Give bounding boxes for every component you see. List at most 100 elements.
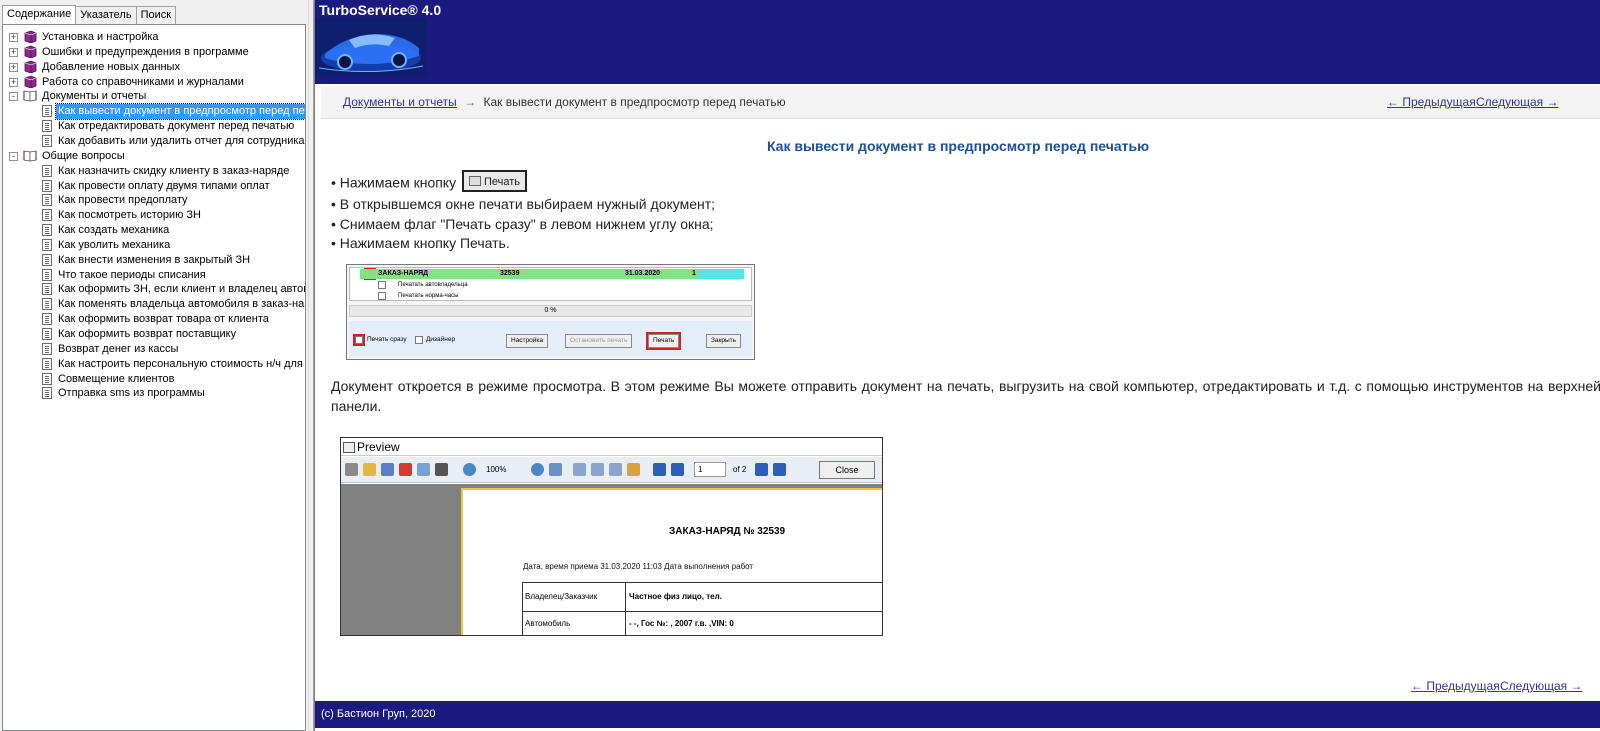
tree-book[interactable]: - Документы и отчеты bbox=[3, 89, 303, 104]
page-icon bbox=[42, 313, 52, 326]
page-icon bbox=[42, 179, 52, 192]
tree-topic[interactable]: Как создать механика bbox=[3, 223, 303, 238]
tree-topic[interactable]: Что такое периоды списания bbox=[3, 268, 303, 283]
tree-book[interactable]: - Общие вопросы bbox=[3, 149, 303, 164]
print-progress: 0 % bbox=[349, 305, 752, 317]
save-icon bbox=[381, 463, 394, 476]
sub-option-2: Печатать норма-часы bbox=[398, 293, 459, 299]
page-icon bbox=[42, 268, 52, 281]
print-dialog-bottom: Печать сразу Дизайнер Настройка Останови… bbox=[349, 321, 752, 357]
preview-title: Preview bbox=[341, 438, 882, 456]
top-next-link-wrap: Следующая → bbox=[1476, 95, 1558, 109]
page-icon bbox=[42, 238, 52, 251]
tree-item-label: Как настроить персональную стоимость н/ч… bbox=[58, 357, 306, 370]
tree-item-label: Как отредактировать документ перед печат… bbox=[58, 120, 295, 133]
tree-topic[interactable]: Отправка sms из программы bbox=[3, 386, 303, 401]
tree-topic[interactable]: Возврат денег из кассы bbox=[3, 342, 303, 357]
navigation-pane: Содержание Указатель Поиск + Установка и … bbox=[0, 0, 308, 731]
page-icon bbox=[42, 120, 52, 133]
page-icon bbox=[42, 387, 52, 400]
tree-book[interactable]: + Установка и настройка bbox=[3, 30, 303, 45]
tree-topic[interactable]: Как посмотреть историю ЗН bbox=[3, 208, 303, 223]
tree-topic[interactable]: Как настроить персональную стоимость н/ч… bbox=[3, 357, 306, 372]
tree-item-label: Совмещение клиентов bbox=[58, 372, 175, 385]
expand-icon[interactable]: + bbox=[9, 47, 18, 57]
fit-page-icon bbox=[549, 463, 562, 476]
tree-topic[interactable]: Совмещение клиентов bbox=[3, 372, 303, 387]
next-link[interactable]: Следующая → bbox=[1476, 95, 1558, 109]
header-banner: TurboService® 4.0 bbox=[315, 0, 1600, 84]
tree-item-label: Как поменять владельца автомобиля в зака… bbox=[58, 298, 306, 311]
doc-row: ЗАКАЗ-НАРЯД 32539 31.03.2020 1 bbox=[360, 269, 744, 279]
page-setup-icon bbox=[609, 463, 622, 476]
expand-icon[interactable]: + bbox=[9, 62, 18, 72]
designer-label: Дизайнер bbox=[426, 336, 456, 343]
zoom-in-icon bbox=[463, 463, 476, 476]
breadcrumb: Документы и отчеты → Как вывести докумен… bbox=[343, 95, 786, 109]
tree-item-label: Отправка sms из программы bbox=[58, 387, 205, 400]
tree-topic[interactable]: Как назначить скидку клиенту в заказ-нар… bbox=[3, 164, 303, 179]
settings-button: Настройка bbox=[506, 334, 548, 348]
help-window: Содержание Указатель Поиск + Установка и … bbox=[0, 0, 1600, 731]
print-dialog-screenshot: ЗАКАЗ-НАРЯД 32539 31.03.2020 1 Печатать … bbox=[346, 264, 755, 360]
doc-row-name: ЗАКАЗ-НАРЯД bbox=[378, 270, 429, 277]
nav-tabs: Содержание Указатель Поиск bbox=[2, 5, 177, 24]
bottom-prev-link[interactable]: ← Предыдущая bbox=[1411, 679, 1500, 693]
expand-icon[interactable]: + bbox=[9, 77, 18, 87]
page-icon bbox=[42, 105, 52, 118]
tab-index[interactable]: Указатель bbox=[75, 6, 137, 24]
tree-item-label: Как оформить возврат товара от клиента bbox=[58, 313, 269, 326]
print-now-label: Печать сразу bbox=[367, 336, 407, 343]
bottom-prev-wrap: ← Предыдущая bbox=[1411, 677, 1500, 695]
tree-book[interactable]: + Работа со справочниками и журналами bbox=[3, 75, 303, 90]
bottom-next-link[interactable]: Следующая → bbox=[1500, 679, 1582, 693]
doc-row-count: 1 bbox=[692, 270, 696, 277]
tree-topic[interactable]: Как вывести документ в предпросмотр пере… bbox=[3, 103, 305, 121]
tree-topic[interactable]: Как внести изменения в закрытый ЗН bbox=[3, 253, 303, 268]
doc-row1-label: Владелец/Заказчик bbox=[525, 592, 598, 601]
topic-title: Как вывести документ в предпросмотр пере… bbox=[766, 138, 1150, 154]
tree-book[interactable]: + Ошибки и предупреждения в программе bbox=[3, 45, 303, 60]
tree-topic[interactable]: Как провести оплату двумя типами оплат bbox=[3, 179, 303, 194]
tree-item-label: Как вывести документ в предпросмотр пере… bbox=[55, 103, 305, 121]
last-page-icon bbox=[773, 463, 786, 476]
designer-checkbox bbox=[415, 336, 423, 344]
tree-topic[interactable]: Как оформить ЗН, если клиент и владелец … bbox=[3, 282, 305, 297]
print-icon bbox=[345, 463, 358, 476]
prev-page-icon bbox=[671, 463, 684, 476]
bottom-next-wrap: Следующая → bbox=[1500, 677, 1582, 695]
tree-topic[interactable]: Как отредактировать документ перед печат… bbox=[3, 119, 303, 134]
zoom-out-icon bbox=[531, 463, 544, 476]
tree-item-label: Как уволить механика bbox=[58, 238, 171, 251]
instruction-4: • Нажимаем кнопку Печать. bbox=[331, 235, 510, 251]
prev-link[interactable]: ← Предыдущая bbox=[1387, 95, 1476, 109]
copyright: (c) Бастион Груп, 2020 bbox=[321, 708, 436, 720]
tree-topic[interactable]: Как провести предоплату bbox=[3, 193, 303, 208]
book-icon bbox=[24, 30, 37, 43]
preview-window-screenshot: Preview 100% 1 of 2 Close ЗАКАЗ-НАРЯД № … bbox=[340, 437, 883, 636]
app-title: TurboService® 4.0 bbox=[319, 2, 442, 18]
tab-search[interactable]: Поиск bbox=[135, 6, 177, 24]
breadcrumb-parent-link[interactable]: Документы и отчеты bbox=[343, 95, 457, 109]
collapse-icon[interactable]: - bbox=[9, 151, 18, 161]
dialog-close-button: Закрыть bbox=[706, 334, 742, 348]
tab-contents[interactable]: Содержание bbox=[2, 5, 77, 24]
instruction-1: • Нажимаем кнопку Печать bbox=[331, 170, 715, 195]
book-icon bbox=[24, 75, 37, 88]
tree-item-label: Работа со справочниками и журналами bbox=[42, 75, 244, 88]
book-icon bbox=[24, 45, 37, 58]
tree-topic[interactable]: Как уволить механика bbox=[3, 238, 303, 253]
collapse-icon[interactable]: - bbox=[9, 92, 18, 102]
tree-topic[interactable]: Как поменять владельца автомобиля в зака… bbox=[3, 297, 306, 312]
topic-navbar: Документы и отчеты → Как вывести докумен… bbox=[321, 87, 1600, 119]
top-prev-link-wrap: ← Предыдущая bbox=[1387, 95, 1476, 109]
expand-icon[interactable]: + bbox=[9, 33, 18, 42]
tree-topic[interactable]: Как оформить возврат товара от клиента bbox=[3, 312, 303, 327]
stop-print-button: Остановить печать bbox=[565, 334, 633, 348]
footer-bar: (c) Бастион Груп, 2020 bbox=[315, 701, 1600, 728]
open-icon bbox=[363, 463, 376, 476]
tree-book[interactable]: + Добавление новых данных bbox=[3, 60, 303, 75]
tree-topic[interactable]: Как оформить возврат поставщику bbox=[3, 327, 303, 342]
doc-date-line: Дата, время приема 31.03.2020 11:03 Дата… bbox=[523, 562, 754, 571]
tree-topic[interactable]: Как добавить или удалить отчет для сотру… bbox=[3, 134, 305, 149]
